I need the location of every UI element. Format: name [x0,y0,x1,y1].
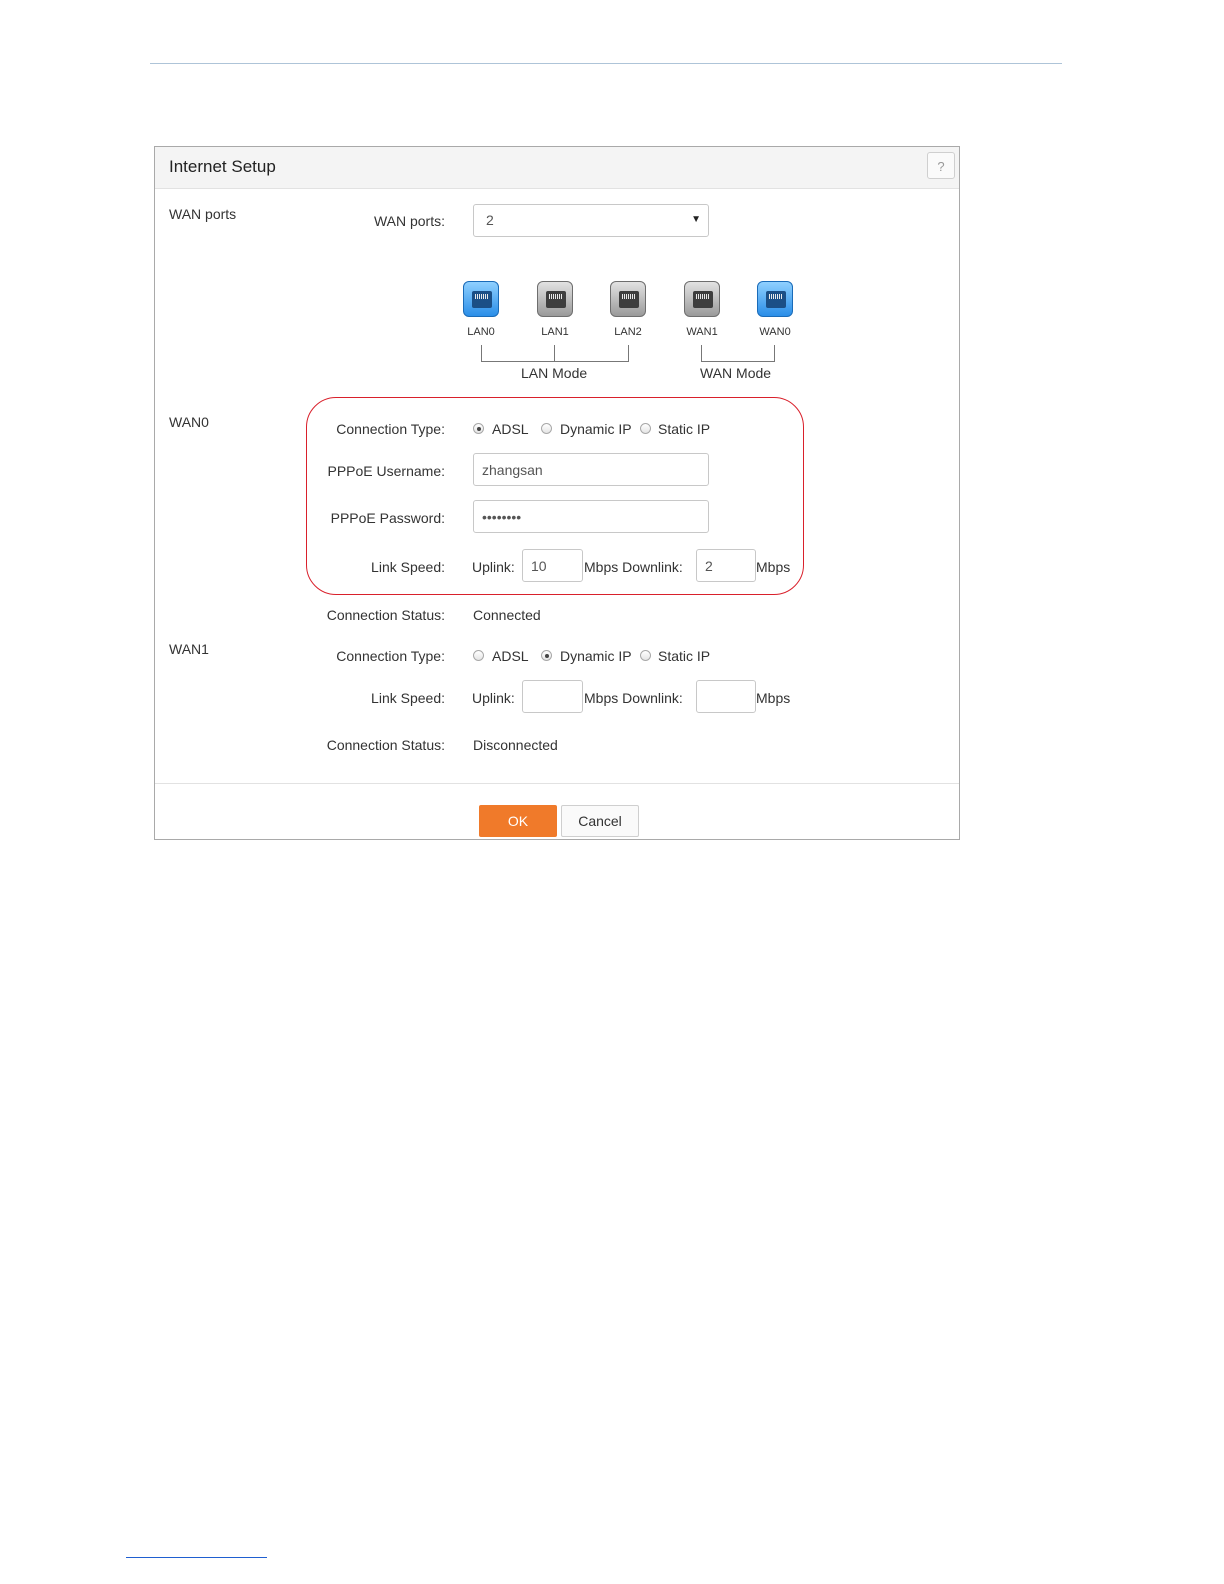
lan2-port-icon [610,281,646,317]
dialog-header: Internet Setup ? [155,147,959,189]
wan-ports-field-label: WAN ports: [373,213,445,229]
wan0-uplink-label: Uplink: [472,559,515,575]
port-label-lan2: LAN2 [614,326,642,338]
wan0-link-speed-label: Link Speed: [371,559,445,575]
wan1-radio-static-ip[interactable] [640,650,651,661]
internet-setup-dialog: Internet Setup ? WAN ports WAN ports: 2 … [154,146,960,840]
wan1-radio-static-ip-label[interactable]: Static IP [658,648,710,664]
page-header-rule [150,63,1062,64]
dialog-footer-divider [155,783,959,784]
wan1-connection-status-label: Connection Status: [326,737,445,753]
wan0-radio-adsl-label[interactable]: ADSL [492,421,529,437]
wan0-pppoe-password-label: PPPoE Password: [330,510,445,526]
wan-bracket-left [701,345,702,361]
cancel-button[interactable]: Cancel [561,805,639,837]
lan-bracket-bar [481,361,629,362]
lan-mode-label: LAN Mode [521,365,588,381]
port-label-wan0: WAN0 [759,326,791,338]
page-footer-link-rule [126,1557,267,1558]
wan1-downlink-input[interactable] [696,680,756,713]
lan-bracket-left [481,345,482,361]
wan0-port-icon [757,281,793,317]
wan1-radio-dynamic-ip-label[interactable]: Dynamic IP [560,648,632,664]
dropdown-caret-icon: ▼ [691,214,701,225]
lan0-port-icon [463,281,499,317]
wan1-downlink-label: Mbps Downlink: [584,690,683,706]
lan1-port-icon [537,281,573,317]
wan1-radio-adsl-label[interactable]: ADSL [492,648,529,664]
lan-bracket-mid [554,345,555,361]
wan1-uplink-input[interactable] [522,680,583,713]
port-label-lan0: LAN0 [467,326,495,338]
wan-ports-selected-value: 2 [486,212,494,228]
wan0-downlink-input[interactable]: 2 [696,549,756,582]
wan0-section-label: WAN0 [169,414,209,430]
wan0-pppoe-username-input[interactable]: zhangsan [473,453,709,486]
wan0-radio-static-ip-label[interactable]: Static IP [658,421,710,437]
wan0-connection-status-value: Connected [473,607,541,623]
wan-ports-select[interactable]: 2 ▼ [473,204,709,237]
wan1-link-speed-label: Link Speed: [371,690,445,706]
wan1-port-icon [684,281,720,317]
question-mark-icon: ? [937,159,945,174]
wan0-radio-static-ip[interactable] [640,423,651,434]
wan0-uplink-input[interactable]: 10 [522,549,583,582]
lan-bracket-right [628,345,629,361]
port-label-lan1: LAN1 [541,326,569,338]
wan0-connection-status-label: Connection Status: [326,607,445,623]
ok-button[interactable]: OK [479,805,557,837]
wan0-radio-adsl[interactable] [473,423,484,434]
port-label-wan1: WAN1 [686,326,718,338]
wan0-downlink-label: Mbps Downlink: [584,559,683,575]
wan0-radio-dynamic-ip[interactable] [541,423,552,434]
dialog-title: Internet Setup [169,157,276,176]
wan1-radio-adsl[interactable] [473,650,484,661]
wan-ports-section-label: WAN ports [169,206,237,222]
wan-mode-label: WAN Mode [700,365,772,381]
wan1-uplink-label: Uplink: [472,690,515,706]
wan0-pppoe-password-input[interactable]: •••••••• [473,500,709,533]
wan0-radio-dynamic-ip-label[interactable]: Dynamic IP [560,421,632,437]
wan1-downlink-unit: Mbps [756,690,791,706]
wan0-connection-type-label: Connection Type: [336,421,445,437]
wan-bracket-bar [701,361,775,362]
wan1-radio-dynamic-ip[interactable] [541,650,552,661]
wan0-downlink-unit: Mbps [756,559,791,575]
wan0-pppoe-username-label: PPPoE Username: [327,463,446,479]
wan-bracket-right [774,345,775,361]
wan1-section-label: WAN1 [169,641,209,657]
wan1-connection-status-value: Disconnected [473,737,558,753]
help-button[interactable]: ? [927,152,955,179]
wan1-connection-type-label: Connection Type: [336,648,445,664]
